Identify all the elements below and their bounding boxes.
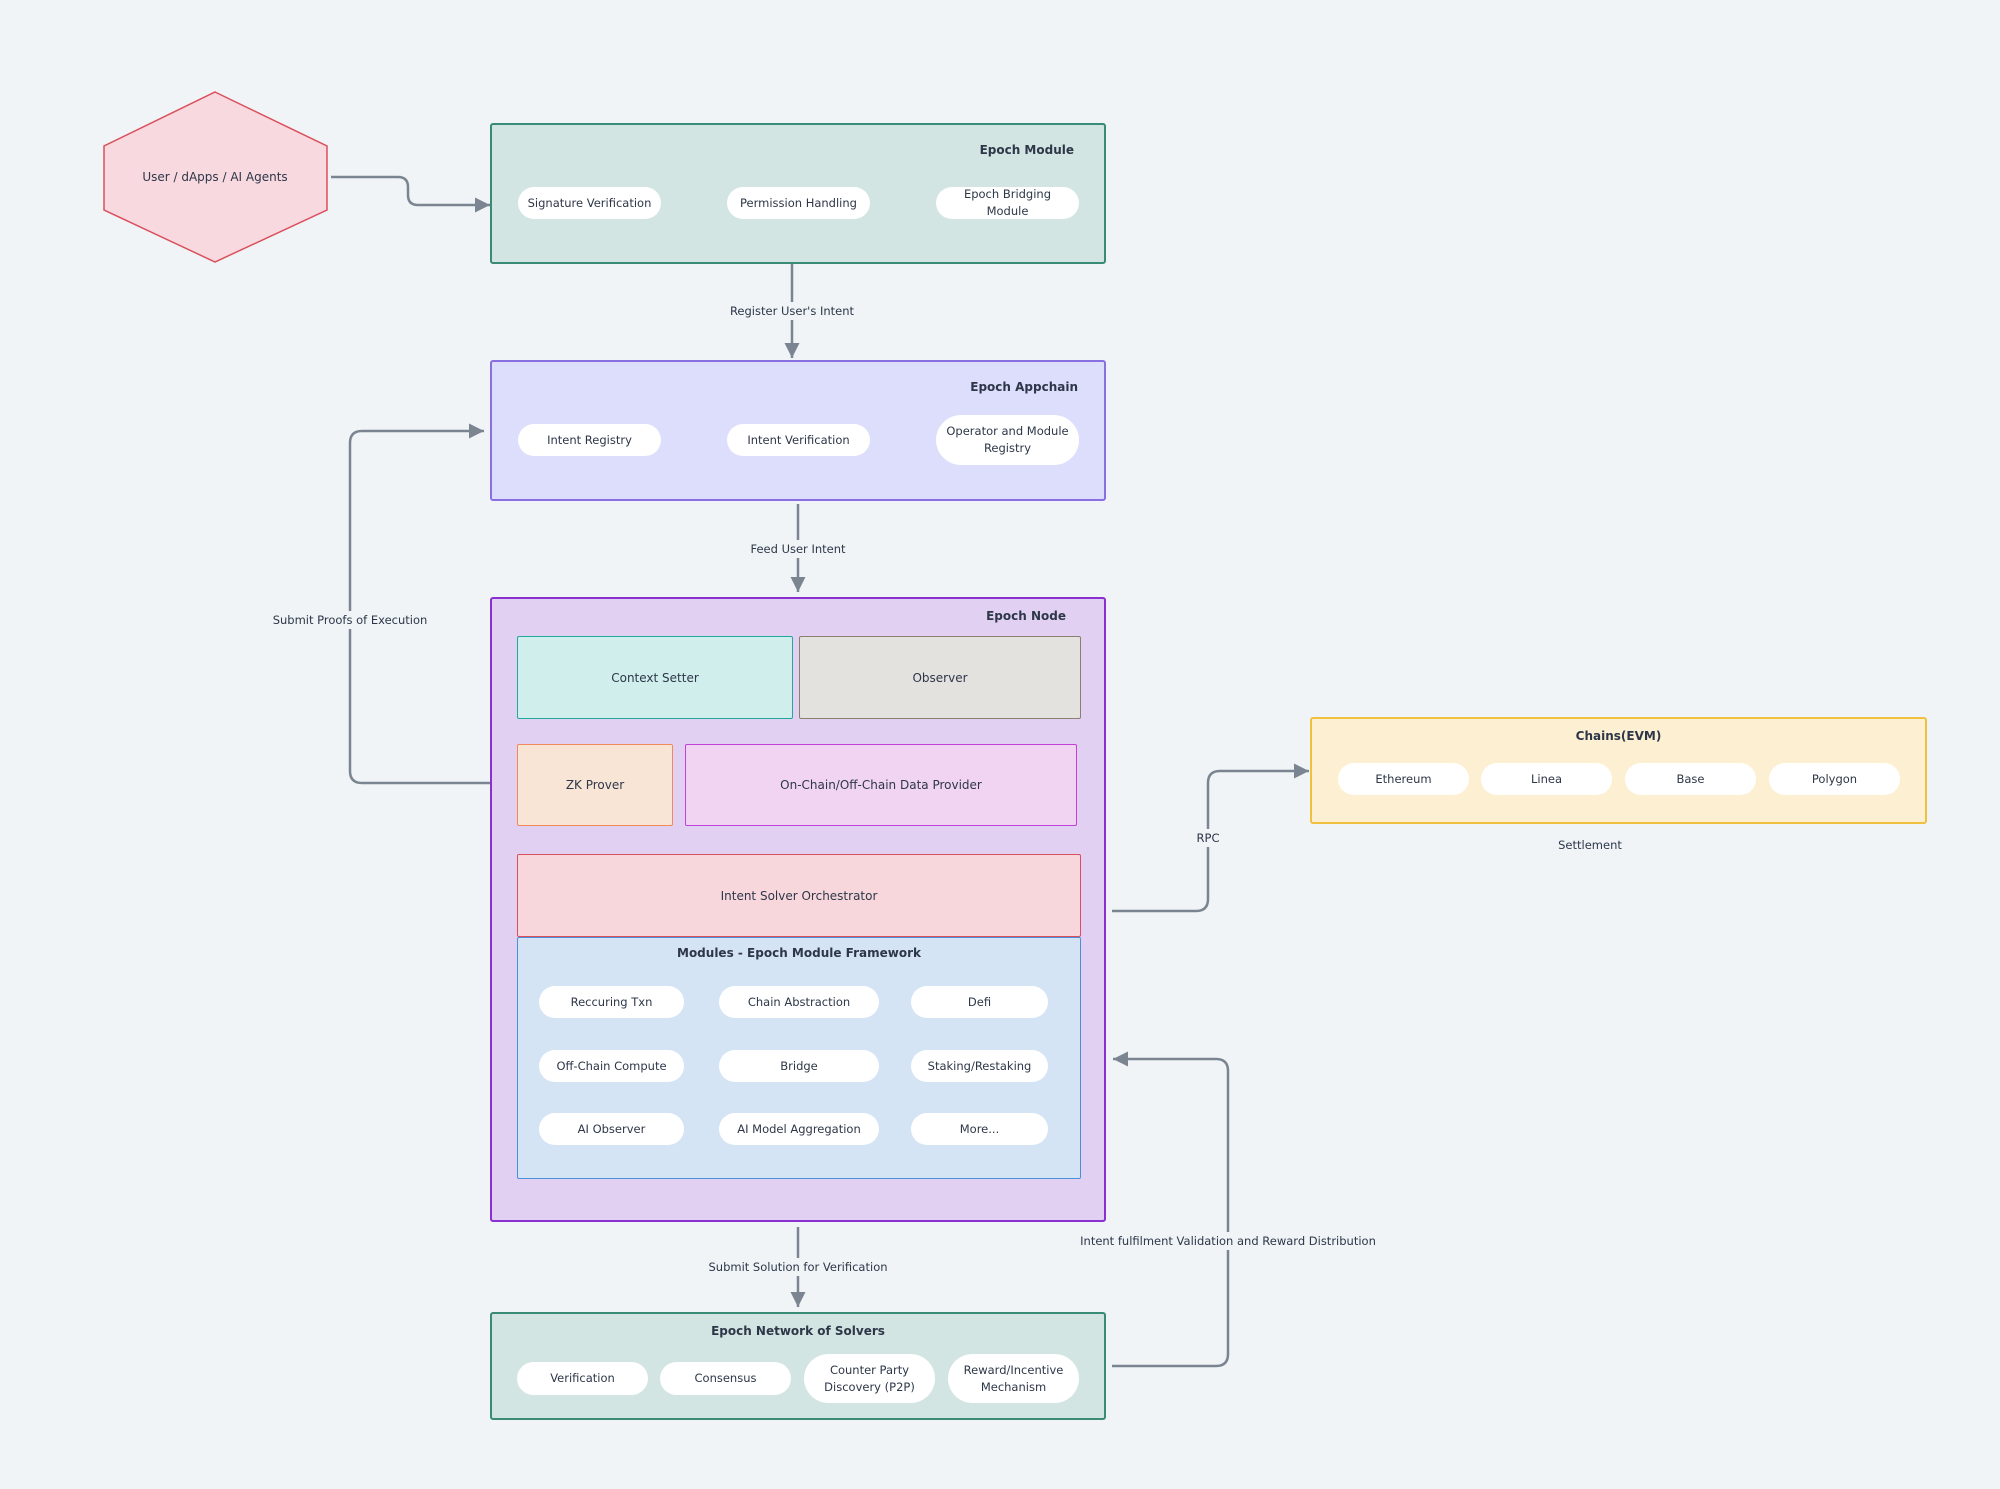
context-setter[interactable]: Context Setter: [517, 636, 793, 719]
edge-label-feed: Feed User Intent: [747, 540, 849, 558]
module-item[interactable]: Epoch Bridging Module: [936, 187, 1079, 219]
module-framework-item[interactable]: Bridge: [719, 1050, 879, 1082]
module-item[interactable]: Signature Verification: [518, 187, 661, 219]
epoch-node-title: Epoch Node: [986, 609, 1066, 623]
edge-label-settlement: Settlement: [1555, 836, 1625, 854]
module-framework-item[interactable]: Defi: [911, 986, 1048, 1018]
solver-item[interactable]: Reward/Incentive Mechanism: [948, 1354, 1079, 1403]
module-framework-item[interactable]: Off-Chain Compute: [539, 1050, 684, 1082]
module-framework-item[interactable]: More...: [911, 1113, 1048, 1145]
modules-framework-box: Modules - Epoch Module Framework Reccuri…: [517, 937, 1081, 1179]
solvers-box: Epoch Network of Solvers Verification Co…: [490, 1312, 1106, 1420]
modules-title: Modules - Epoch Module Framework: [677, 946, 921, 960]
appchain-item[interactable]: Operator and Module Registry: [936, 415, 1079, 465]
observer[interactable]: Observer: [799, 636, 1081, 719]
epoch-module-box: Epoch Module Signature Verification Perm…: [490, 123, 1106, 264]
appchain-item[interactable]: Intent Verification: [727, 424, 870, 456]
module-framework-item[interactable]: AI Model Aggregation: [719, 1113, 879, 1145]
chains-title: Chains(EVM): [1575, 729, 1662, 743]
zk-prover[interactable]: ZK Prover: [517, 744, 673, 826]
module-framework-item[interactable]: Chain Abstraction: [719, 986, 879, 1018]
epoch-appchain-box: Epoch Appchain Intent Registry Intent Ve…: [490, 360, 1106, 501]
edge-reward: [1112, 1051, 1230, 1368]
edge-label-proofs: Submit Proofs of Execution: [269, 611, 431, 629]
epoch-node-box: Epoch Node Context Setter Observer ZK Pr…: [490, 597, 1106, 1222]
edge-label-submit-solution: Submit Solution for Verification: [705, 1258, 891, 1276]
solver-item[interactable]: Verification: [517, 1362, 648, 1395]
edge-label-rpc: RPC: [1193, 829, 1223, 847]
solvers-title: Epoch Network of Solvers: [711, 1324, 885, 1338]
edge-actor-to-module: [331, 175, 490, 213]
module-framework-item[interactable]: Staking/Restaking: [911, 1050, 1048, 1082]
chain-item[interactable]: Base: [1625, 763, 1756, 795]
appchain-item[interactable]: Intent Registry: [518, 424, 661, 456]
epoch-appchain-title: Epoch Appchain: [970, 380, 1078, 394]
data-provider[interactable]: On-Chain/Off-Chain Data Provider: [685, 744, 1077, 826]
chains-box: Chains(EVM) Ethereum Linea Base Polygon: [1310, 717, 1927, 824]
edge-label-reward: Intent fulfilment Validation and Reward …: [1077, 1232, 1379, 1250]
edge-label-register: Register User's Intent: [726, 302, 858, 320]
module-framework-item[interactable]: AI Observer: [539, 1113, 684, 1145]
intent-solver-orchestrator[interactable]: Intent Solver Orchestrator: [517, 854, 1081, 937]
solver-item[interactable]: Counter Party Discovery (P2P): [804, 1354, 935, 1403]
actor-label: User / dApps / AI Agents: [142, 170, 288, 184]
module-framework-item[interactable]: Reccuring Txn: [539, 986, 684, 1018]
epoch-module-title: Epoch Module: [979, 143, 1074, 157]
chain-item[interactable]: Ethereum: [1338, 763, 1469, 795]
module-item[interactable]: Permission Handling: [727, 187, 870, 219]
chain-item[interactable]: Polygon: [1769, 763, 1900, 795]
solver-item[interactable]: Consensus: [660, 1362, 791, 1395]
chain-item[interactable]: Linea: [1481, 763, 1612, 795]
